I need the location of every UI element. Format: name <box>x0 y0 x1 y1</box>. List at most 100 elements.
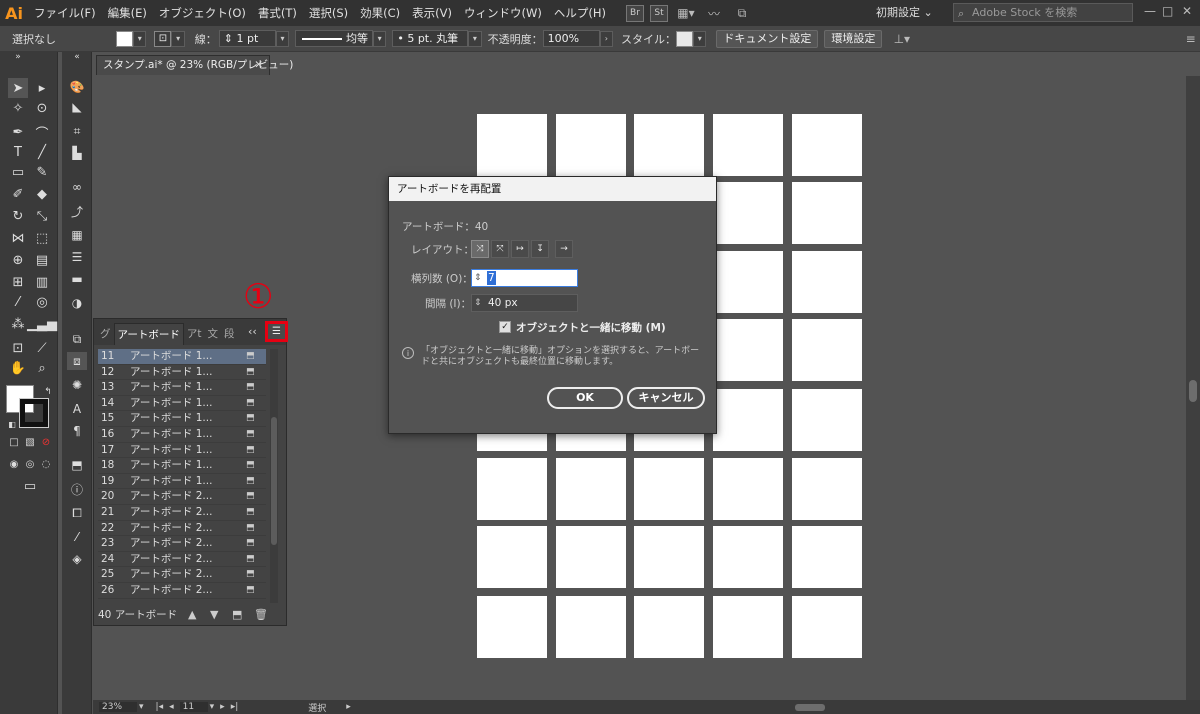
delete-artboard-icon[interactable]: 🗑 <box>254 605 268 625</box>
default-colors-icon[interactable]: ◧ <box>2 414 22 434</box>
blend-tool-icon[interactable]: ◎ <box>32 292 52 312</box>
artboard-options-icon[interactable]: ⬒ <box>246 552 255 568</box>
artboard-options-icon[interactable]: ⬒ <box>246 349 255 365</box>
gpu-performance-icon[interactable]: 〰 <box>704 4 724 22</box>
artboard-list-row[interactable]: 21 アートボード 2... ⬒ <box>98 505 266 521</box>
next-artboard-icon[interactable]: ▸ <box>220 702 225 712</box>
artboard[interactable] <box>713 114 783 176</box>
artboard-options-icon[interactable]: ⬒ <box>246 474 255 490</box>
info-panel-icon[interactable]: ⓘ <box>67 480 87 498</box>
line-tool-icon[interactable]: ╱ <box>32 142 52 162</box>
shape-builder-tool-icon[interactable]: ⊕ <box>8 250 28 270</box>
artboard-list-row[interactable]: 25 アートボード 2... ⬒ <box>98 567 266 583</box>
symbols-panel-icon[interactable]: ✺ <box>67 376 87 394</box>
artboard[interactable] <box>556 114 626 176</box>
spacing-stepper-icon[interactable]: ⇕ <box>474 295 482 311</box>
artboard-list-row[interactable]: 26 アートボード 2... ⬒ <box>98 583 266 599</box>
artboard-options-icon[interactable]: ⬒ <box>246 396 255 412</box>
transform-panel-icon[interactable]: ⌗ <box>67 122 87 140</box>
menu-edit[interactable]: 編集(E) <box>102 0 153 26</box>
free-transform-tool-icon[interactable]: ⬚ <box>32 228 52 248</box>
hand-tool-icon[interactable]: ✋ <box>8 358 28 378</box>
menu-view[interactable]: 表示(V) <box>406 0 458 26</box>
artboard[interactable] <box>792 319 862 381</box>
zoom-dropdown-icon[interactable]: ▾ <box>139 702 144 712</box>
document-tab[interactable]: スタンプ.ai* @ 23% (RGB/プレビュー) ✕ <box>96 55 293 75</box>
cancel-button[interactable]: キャンセル <box>627 387 705 409</box>
artboard[interactable] <box>634 458 704 520</box>
character-panel-icon[interactable]: A <box>67 400 87 418</box>
artboard-options-icon[interactable]: ⬒ <box>246 380 255 396</box>
stock-button[interactable]: St <box>649 4 668 22</box>
curvature-tool-icon[interactable]: ⌒ <box>32 122 52 142</box>
stroke-weight-field[interactable]: ⇕ 1 pt <box>218 30 276 47</box>
artboard-options-icon[interactable]: ⬒ <box>246 505 255 521</box>
artboard-options-icon[interactable]: ⬒ <box>246 458 255 474</box>
gradient-tool-icon[interactable]: ▥ <box>32 272 52 292</box>
artboard-list-row[interactable]: 12 アートボード 1... ⬒ <box>98 365 266 381</box>
column-graph-tool-icon[interactable]: ▁▃▅ <box>27 314 57 334</box>
arrange-documents-icon[interactable]: ▦▾ <box>676 4 696 22</box>
vertical-scrollbar[interactable] <box>1186 76 1200 700</box>
draw-inside-icon[interactable]: ◌ <box>36 454 56 474</box>
artboard[interactable] <box>713 526 783 588</box>
rotate-tool-icon[interactable]: ↻ <box>8 206 28 226</box>
slice-tool-icon[interactable]: ⟋ <box>32 338 52 358</box>
artboard[interactable] <box>634 526 704 588</box>
stroke-weight-dropdown-icon[interactable]: ▾ <box>275 30 290 47</box>
artboard[interactable] <box>634 114 704 176</box>
layers-panel-icon[interactable]: ◈ <box>67 550 87 568</box>
brushes-panel-icon[interactable]: ⁄ <box>67 528 87 546</box>
screen-mode-icon[interactable]: ▭ <box>20 476 40 496</box>
eyedropper-tool-icon[interactable]: ⁄ <box>8 292 28 312</box>
artboard[interactable] <box>477 458 547 520</box>
tab-character[interactable]: 文 <box>205 323 222 345</box>
menu-type[interactable]: 書式(T) <box>252 0 303 26</box>
stroke-color-swatch[interactable] <box>19 398 49 428</box>
artboard-options-icon[interactable]: ⬒ <box>246 583 255 599</box>
zoom-field[interactable]: 23% <box>99 702 137 712</box>
magic-wand-tool-icon[interactable]: ✧ <box>8 98 28 118</box>
menu-window[interactable]: ウィンドウ(W) <box>458 0 548 26</box>
menu-file[interactable]: ファイル(F) <box>28 0 102 26</box>
artboard-list-row[interactable]: 22 アートボード 2... ⬒ <box>98 521 266 537</box>
fill-swatch[interactable] <box>115 30 134 47</box>
gradient-panel-icon[interactable]: ▬ <box>67 270 87 288</box>
artboard[interactable] <box>556 458 626 520</box>
swatches-panel-icon[interactable]: ▦ <box>67 226 87 244</box>
color-guide-icon[interactable]: ◣ <box>67 98 87 116</box>
menu-help[interactable]: ヘルプ(H) <box>548 0 612 26</box>
artboard-options-icon[interactable]: ⬒ <box>246 411 255 427</box>
bridge-button[interactable]: Br <box>625 4 644 22</box>
arrange-by-row-icon[interactable]: ↦ <box>511 240 529 258</box>
artboard-number-field[interactable]: 11 <box>179 702 208 712</box>
new-artboard-icon[interactable]: ⬒ <box>232 605 242 625</box>
first-artboard-icon[interactable]: |◂ <box>156 702 164 712</box>
vertical-scroll-thumb[interactable] <box>1189 380 1197 402</box>
artboard-options-icon[interactable]: ⬒ <box>246 536 255 552</box>
artboard-list-row[interactable]: 16 アートボード 1... ⬒ <box>98 427 266 443</box>
artboard-options-icon[interactable]: ⬒ <box>246 521 255 537</box>
color-panel-icon[interactable]: 🎨 <box>67 78 87 96</box>
tab-asset[interactable]: アt <box>184 323 205 345</box>
none-mode-icon[interactable]: ⊘ <box>36 432 56 452</box>
artboard[interactable] <box>556 526 626 588</box>
artboard-options-icon[interactable]: ⬒ <box>246 365 255 381</box>
mesh-tool-icon[interactable]: ⊞ <box>8 272 28 292</box>
ok-button[interactable]: OK <box>547 387 623 409</box>
collapse-panel-icon[interactable]: ‹‹ <box>248 325 257 338</box>
pathfinder-panel-icon[interactable]: ⧠ <box>67 504 87 522</box>
close-tab-icon[interactable]: ✕ <box>254 56 263 75</box>
brush-dropdown-icon[interactable]: ▾ <box>468 30 482 47</box>
move-up-icon[interactable]: ▲ <box>188 605 196 625</box>
layers-arrange-icon[interactable]: ⧈ <box>67 352 87 370</box>
artboard[interactable] <box>713 182 783 244</box>
tab-glyphs[interactable]: グ <box>94 323 114 345</box>
sync-icon[interactable]: ⧉ <box>732 4 752 22</box>
grid-by-column-icon[interactable]: ⤧ <box>491 240 509 258</box>
preferences-button[interactable]: 環境設定 <box>824 29 883 48</box>
document-setup-button[interactable]: ドキュメント設定 <box>716 29 819 48</box>
minimize-icon[interactable]: — <box>1144 4 1156 18</box>
artboard[interactable] <box>634 596 704 658</box>
menu-select[interactable]: 選択(S) <box>303 0 354 26</box>
